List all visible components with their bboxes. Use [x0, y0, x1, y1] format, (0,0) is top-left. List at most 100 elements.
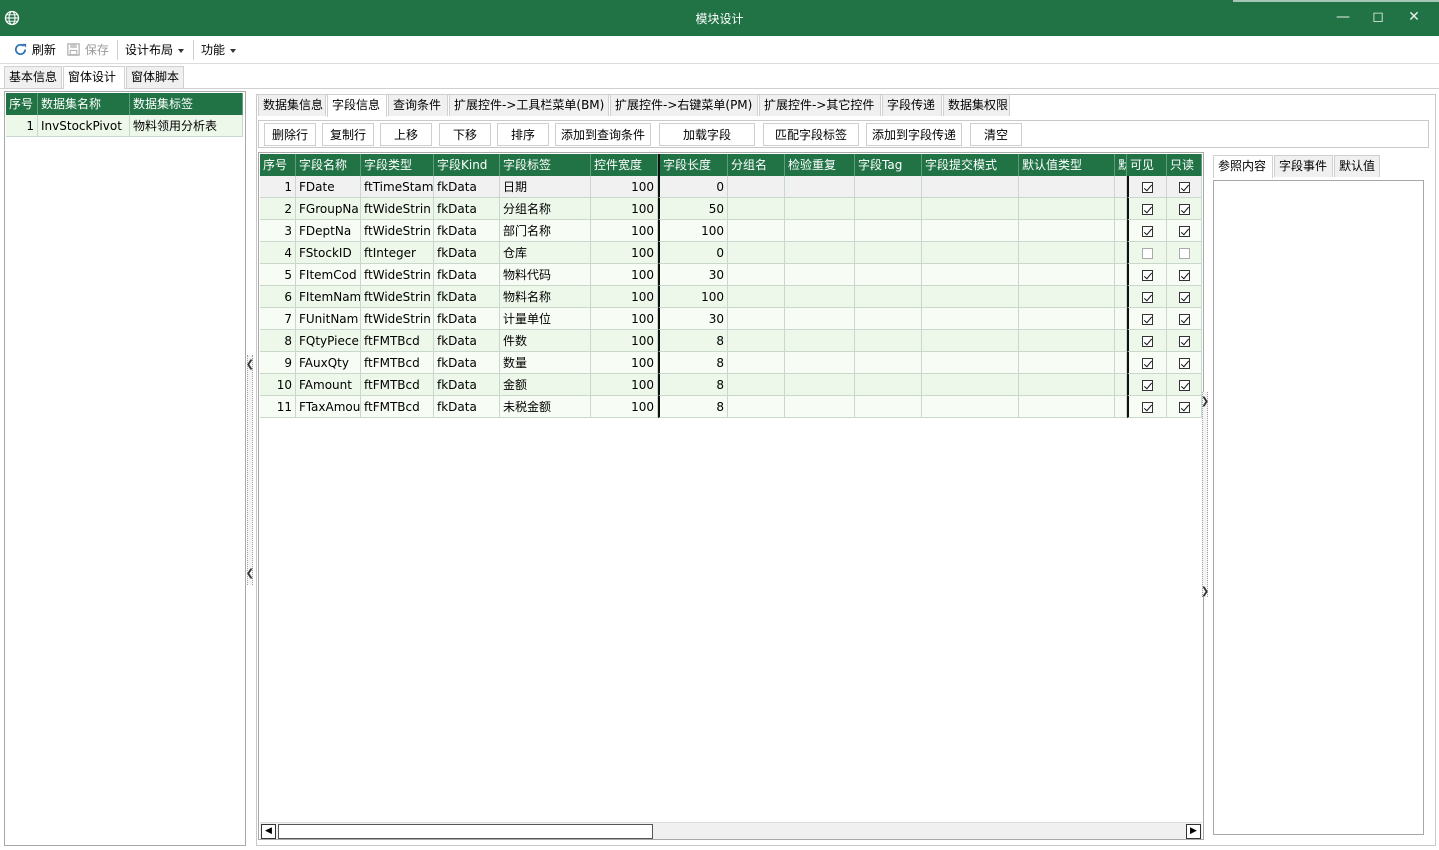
cell-group-name[interactable]: [728, 374, 785, 396]
tab-field-transfer[interactable]: 字段传递: [882, 94, 942, 116]
cell-field-tag[interactable]: [855, 308, 922, 330]
visible-checkbox[interactable]: [1142, 314, 1153, 325]
cell-control-width[interactable]: 100: [591, 352, 658, 374]
cell-default-value[interactable]: [1115, 198, 1127, 220]
col-header-dataset-name[interactable]: 数据集名称: [38, 93, 130, 115]
cell-default-type[interactable]: [1019, 286, 1115, 308]
readonly-checkbox[interactable]: [1178, 358, 1190, 369]
cell-default-value[interactable]: [1115, 242, 1127, 264]
maximize-icon[interactable]: ◻: [1363, 6, 1393, 28]
cell-field-name[interactable]: FAuxQty: [296, 352, 361, 374]
cell-default-type[interactable]: [1019, 352, 1115, 374]
cell-submit-mode[interactable]: [922, 396, 1019, 418]
cell-group-name[interactable]: [728, 220, 785, 242]
cell-check-duplicate[interactable]: [785, 264, 855, 286]
cell-default-value[interactable]: [1115, 374, 1127, 396]
cell-group-name[interactable]: [728, 286, 785, 308]
cell-control-width[interactable]: 100: [591, 176, 658, 198]
tab-form-design[interactable]: 窗体设计: [63, 66, 125, 89]
cell-field-length[interactable]: 0: [658, 242, 728, 264]
scroll-left-icon[interactable]: ◀: [261, 824, 276, 839]
cell-control-width[interactable]: 100: [591, 396, 658, 418]
cell-field-type[interactable]: ftFMTBcd: [361, 330, 434, 352]
readonly-checkbox[interactable]: [1178, 248, 1190, 259]
cell-field-tag[interactable]: [855, 352, 922, 374]
tab-dataset-info[interactable]: 数据集信息: [258, 94, 326, 116]
visible-checkbox[interactable]: [1142, 182, 1153, 193]
cell-check-duplicate[interactable]: [785, 198, 855, 220]
cell-visible[interactable]: [1127, 374, 1167, 396]
table-row[interactable]: 2 FGroupNa ftWideStrin fkData 分组名称 100 50: [260, 198, 1202, 220]
cell-visible[interactable]: [1127, 264, 1167, 286]
copy-row-button[interactable]: 复制行: [322, 123, 374, 146]
cell-field-length[interactable]: 50: [658, 198, 728, 220]
cell-field-length[interactable]: 100: [658, 220, 728, 242]
cell-field-length[interactable]: 8: [658, 352, 728, 374]
cell-field-label[interactable]: 物料名称: [500, 286, 591, 308]
cell-submit-mode[interactable]: [922, 330, 1019, 352]
col-header-field-name[interactable]: 字段名称: [296, 154, 361, 176]
cell-control-width[interactable]: 100: [591, 374, 658, 396]
save-button[interactable]: 保存: [66, 41, 109, 59]
cell-field-tag[interactable]: [855, 176, 922, 198]
cell-field-label[interactable]: 件数: [500, 330, 591, 352]
cell-submit-mode[interactable]: [922, 220, 1019, 242]
cell-default-type[interactable]: [1019, 330, 1115, 352]
cell-default-type[interactable]: [1019, 308, 1115, 330]
cell-default-value[interactable]: [1115, 286, 1127, 308]
col-header-readonly[interactable]: 只读: [1167, 154, 1202, 176]
cell-group-name[interactable]: [728, 396, 785, 418]
cell-visible[interactable]: [1127, 176, 1167, 198]
tab-ext-context-menu[interactable]: 扩展控件->右键菜单(PM): [610, 94, 758, 116]
col-header-visible[interactable]: 可见: [1127, 154, 1167, 176]
cell-field-name[interactable]: FItemCod: [296, 264, 361, 286]
cell-default-type[interactable]: [1019, 264, 1115, 286]
cell-field-type[interactable]: ftWideStrin: [361, 264, 434, 286]
cell-field-kind[interactable]: fkData: [434, 220, 500, 242]
cell-field-length[interactable]: 8: [658, 330, 728, 352]
cell-field-tag[interactable]: [855, 220, 922, 242]
cell-field-type[interactable]: ftWideStrin: [361, 220, 434, 242]
cell-check-duplicate[interactable]: [785, 286, 855, 308]
col-header-field-kind[interactable]: 字段Kind: [434, 154, 500, 176]
tab-basic-info[interactable]: 基本信息: [4, 66, 62, 88]
cell-group-name[interactable]: [728, 242, 785, 264]
cell-check-duplicate[interactable]: [785, 396, 855, 418]
tab-field-events[interactable]: 字段事件: [1274, 155, 1333, 177]
cell-field-type[interactable]: ftFMTBcd: [361, 396, 434, 418]
cell-field-name[interactable]: FAmount: [296, 374, 361, 396]
cell-readonly[interactable]: [1167, 374, 1202, 396]
dataset-label[interactable]: 物料领用分析表: [130, 115, 243, 137]
move-up-button[interactable]: 上移: [380, 123, 432, 146]
match-field-labels-button[interactable]: 匹配字段标签: [763, 123, 859, 146]
cell-default-type[interactable]: [1019, 242, 1115, 264]
cell-default-type[interactable]: [1019, 374, 1115, 396]
cell-readonly[interactable]: [1167, 176, 1202, 198]
cell-default-value[interactable]: [1115, 308, 1127, 330]
table-row[interactable]: 9 FAuxQty ftFMTBcd fkData 数量 100 8: [260, 352, 1202, 374]
cell-check-duplicate[interactable]: [785, 374, 855, 396]
cell-check-duplicate[interactable]: [785, 352, 855, 374]
visible-checkbox[interactable]: [1142, 204, 1153, 215]
tab-ext-other-controls[interactable]: 扩展控件->其它控件: [759, 94, 881, 116]
cell-readonly[interactable]: [1167, 242, 1202, 264]
cell-field-label[interactable]: 仓库: [500, 242, 591, 264]
refresh-button[interactable]: 刷新: [13, 41, 56, 59]
move-down-button[interactable]: 下移: [439, 123, 491, 146]
cell-field-type[interactable]: ftWideStrin: [361, 308, 434, 330]
visible-checkbox[interactable]: [1142, 358, 1153, 369]
table-row[interactable]: 8 FQtyPiece ftFMTBcd fkData 件数 100 8: [260, 330, 1202, 352]
col-header-index[interactable]: 序号: [260, 154, 296, 176]
cell-group-name[interactable]: [728, 176, 785, 198]
cell-submit-mode[interactable]: [922, 176, 1019, 198]
cell-field-length[interactable]: 0: [658, 176, 728, 198]
cell-field-length[interactable]: 8: [658, 374, 728, 396]
col-header-group-name[interactable]: 分组名: [728, 154, 785, 176]
cell-group-name[interactable]: [728, 330, 785, 352]
cell-control-width[interactable]: 100: [591, 286, 658, 308]
cell-readonly[interactable]: [1167, 264, 1202, 286]
visible-checkbox[interactable]: [1142, 380, 1153, 391]
cell-field-label[interactable]: 物料代码: [500, 264, 591, 286]
close-icon[interactable]: ✕: [1399, 6, 1429, 28]
cell-readonly[interactable]: [1167, 396, 1202, 418]
